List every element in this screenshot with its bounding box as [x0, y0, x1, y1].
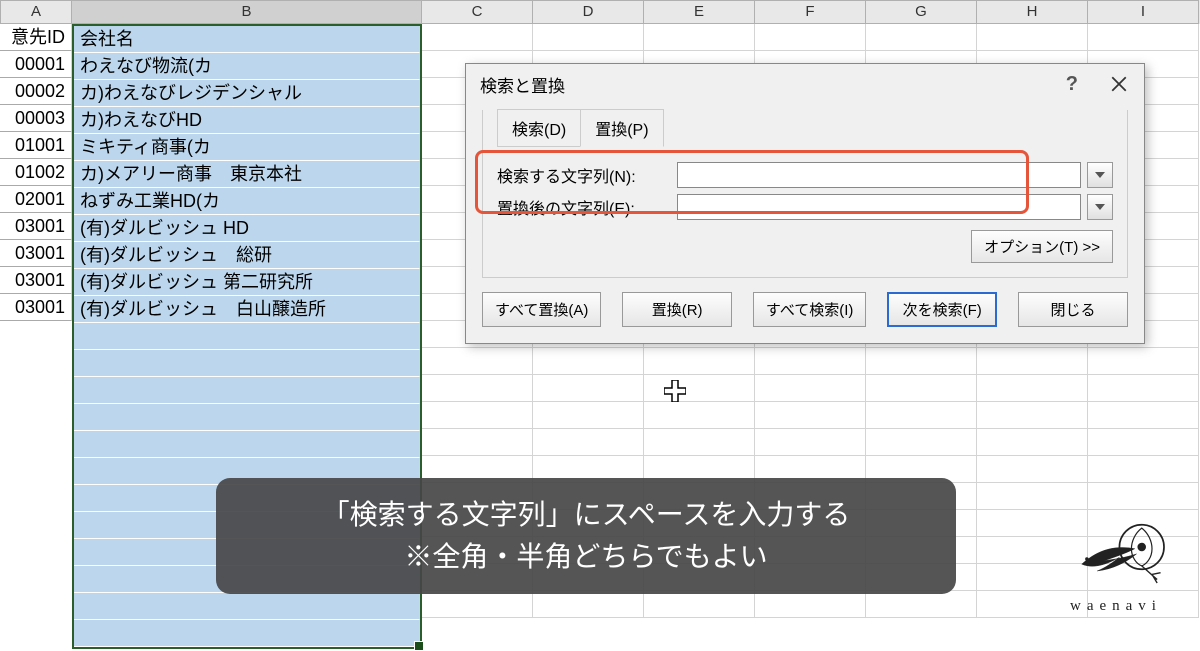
chevron-down-icon [1095, 172, 1105, 178]
caption-line2: ※全角・半角どちらでもよい [244, 536, 928, 578]
cell[interactable]: (有)ダルビッシュ 白山醸造所 [74, 296, 420, 323]
cell[interactable]: 03001 [0, 267, 72, 294]
cell[interactable]: 01002 [0, 159, 72, 186]
col-header-G[interactable]: G [866, 0, 977, 24]
cell[interactable] [74, 377, 420, 404]
dialog-tabs: 検索(D) 置換(P) [497, 109, 1113, 147]
find-all-button[interactable]: すべて検索(I) [753, 292, 867, 327]
replace-history-dropdown[interactable] [1087, 194, 1113, 220]
col-header-B[interactable]: B [72, 0, 422, 24]
dialog-button-row: すべて置換(A) 置換(R) すべて検索(I) 次を検索(F) 閉じる [466, 292, 1144, 343]
logo-text: waenavi [1056, 598, 1176, 615]
cell[interactable]: 01001 [0, 132, 72, 159]
col-header-A[interactable]: A [0, 0, 72, 24]
waenavi-logo: waenavi [1056, 513, 1176, 615]
options-button[interactable]: オプション(T) >> [971, 230, 1113, 263]
close-button[interactable]: 閉じる [1018, 292, 1128, 327]
help-icon[interactable]: ? [1066, 73, 1078, 96]
cell[interactable]: 会社名 [74, 26, 420, 53]
tab-replace[interactable]: 置換(P) [580, 109, 663, 147]
column-headers: A B C D E F G H I [0, 0, 1200, 24]
find-label: 検索する文字列(N): [497, 163, 677, 187]
cell[interactable]: カ)わえなびレジデンシャル [74, 80, 420, 107]
cell[interactable]: カ)わえなびHD [74, 107, 420, 134]
col-header-D[interactable]: D [533, 0, 644, 24]
cell[interactable]: わえなび物流(カ [74, 53, 420, 80]
cell[interactable] [74, 404, 420, 431]
find-next-button[interactable]: 次を検索(F) [887, 292, 997, 327]
cell[interactable]: 03001 [0, 240, 72, 267]
cell[interactable] [74, 323, 420, 350]
cell[interactable]: 00002 [0, 78, 72, 105]
cell[interactable] [74, 431, 420, 458]
find-row: 検索する文字列(N): [497, 162, 1113, 188]
replace-input[interactable] [677, 194, 1081, 220]
dialog-titlebar[interactable]: 検索と置換 ? [466, 64, 1144, 104]
chevron-down-icon [1095, 204, 1105, 210]
find-input[interactable] [677, 162, 1081, 188]
replace-row: 置換後の文字列(E): [497, 194, 1113, 220]
cell[interactable]: 00003 [0, 105, 72, 132]
cell[interactable]: ミキティ商事(カ [74, 134, 420, 161]
find-history-dropdown[interactable] [1087, 162, 1113, 188]
cell[interactable]: (有)ダルビッシュ 総研 [74, 242, 420, 269]
cell[interactable]: ねずみ工業HD(カ [74, 188, 420, 215]
cell[interactable]: 意先ID [0, 24, 72, 51]
cell[interactable]: 03001 [0, 213, 72, 240]
cell[interactable]: 03001 [0, 294, 72, 321]
cursor-icon [664, 380, 686, 402]
cell[interactable]: 02001 [0, 186, 72, 213]
replace-label: 置換後の文字列(E): [497, 195, 677, 219]
dialog-title: 検索と置換 [480, 72, 565, 97]
caption-line1: 「検索する文字列」にスペースを入力する [244, 494, 928, 536]
column-A-cells: 意先ID 00001 00002 00003 01001 01002 02001… [0, 24, 72, 649]
col-header-E[interactable]: E [644, 0, 755, 24]
cell[interactable] [74, 593, 420, 620]
cell[interactable]: 00001 [0, 51, 72, 78]
col-header-C[interactable]: C [422, 0, 533, 24]
col-header-F[interactable]: F [755, 0, 866, 24]
tab-find[interactable]: 検索(D) [497, 109, 581, 147]
replace-all-button[interactable]: すべて置換(A) [482, 292, 601, 327]
cell[interactable]: カ)メアリー商事 東京本社 [74, 161, 420, 188]
close-icon[interactable] [1104, 69, 1134, 99]
find-replace-dialog: 検索と置換 ? 検索(D) 置換(P) 検索する文字列(N): 置換後の文字列(… [465, 63, 1145, 344]
cell[interactable] [74, 350, 420, 377]
instruction-caption: 「検索する文字列」にスペースを入力する ※全角・半角どちらでもよい [216, 478, 956, 594]
cell[interactable]: (有)ダルビッシュ 第二研究所 [74, 269, 420, 296]
col-header-H[interactable]: H [977, 0, 1088, 24]
logo-icon [1056, 513, 1176, 593]
col-header-I[interactable]: I [1088, 0, 1199, 24]
cell[interactable] [74, 620, 420, 647]
replace-button[interactable]: 置換(R) [622, 292, 732, 327]
cell[interactable]: (有)ダルビッシュ HD [74, 215, 420, 242]
